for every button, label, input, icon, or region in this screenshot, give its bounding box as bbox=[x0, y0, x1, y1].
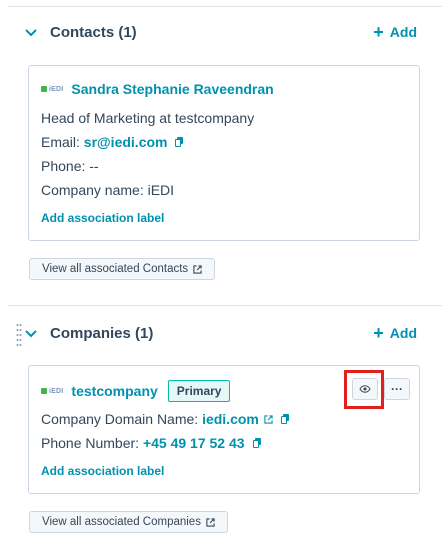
view-all-companies-label: View all associated Companies bbox=[42, 516, 201, 528]
email-label: Email: bbox=[41, 134, 80, 150]
phone-link[interactable]: +45 49 17 52 43 bbox=[143, 435, 245, 451]
view-all-companies-button[interactable]: View all associated Companies bbox=[29, 511, 228, 533]
chevron-down-icon[interactable] bbox=[24, 26, 38, 40]
more-options-icon: ··· bbox=[391, 382, 403, 396]
plus-icon: + bbox=[373, 22, 384, 42]
company-phone-row: Phone Number: +45 49 17 52 43 bbox=[41, 435, 261, 451]
plus-icon: + bbox=[373, 323, 384, 343]
drag-handle-icon[interactable] bbox=[16, 323, 22, 347]
contact-job-title: Head of Marketing at testcompany bbox=[41, 110, 255, 126]
email-link[interactable]: sr@iedi.com bbox=[84, 134, 168, 150]
contact-name-link[interactable]: Sandra Stephanie Raveendran bbox=[71, 81, 273, 97]
view-all-contacts-label: View all associated Contacts bbox=[42, 263, 189, 275]
contact-company-name: Company name: iEDI bbox=[41, 182, 175, 198]
view-all-contacts-button[interactable]: View all associated Contacts bbox=[29, 258, 216, 280]
copy-icon[interactable] bbox=[252, 438, 261, 448]
company-name-row: iEDI testcompany Primary bbox=[41, 380, 231, 402]
add-company-label: Add bbox=[389, 325, 417, 341]
top-divider bbox=[8, 6, 442, 7]
company-logo-icon: iEDI bbox=[41, 388, 63, 395]
external-link-icon[interactable] bbox=[264, 414, 273, 424]
companies-section-header[interactable]: Companies (1) + Add bbox=[0, 319, 442, 349]
add-contact-label: Add bbox=[389, 24, 417, 40]
external-link-icon bbox=[206, 517, 215, 527]
contact-card: iEDI Sandra Stephanie Raveendran Head of… bbox=[28, 65, 420, 241]
contacts-section-title: Contacts (1) bbox=[50, 24, 137, 41]
highlight-box bbox=[344, 370, 384, 409]
more-options-button[interactable]: ··· bbox=[384, 378, 410, 400]
company-domain-row: Company Domain Name: iedi.com bbox=[41, 411, 289, 427]
external-link-icon bbox=[193, 264, 202, 274]
section-divider bbox=[8, 305, 442, 306]
phone-label: Phone Number: bbox=[41, 435, 140, 451]
chevron-down-icon[interactable] bbox=[24, 327, 38, 341]
add-company-button[interactable]: + Add bbox=[373, 323, 417, 343]
primary-badge: Primary bbox=[167, 380, 231, 402]
add-association-label-link[interactable]: Add association label bbox=[41, 211, 164, 225]
contact-email-row: Email: sr@iedi.com bbox=[41, 134, 184, 150]
copy-icon[interactable] bbox=[175, 137, 184, 147]
copy-icon[interactable] bbox=[280, 414, 289, 424]
contact-name-row: iEDI Sandra Stephanie Raveendran bbox=[41, 81, 274, 97]
add-association-label-link[interactable]: Add association label bbox=[41, 464, 164, 478]
domain-link[interactable]: iedi.com bbox=[202, 411, 259, 427]
contacts-section-header[interactable]: Contacts (1) + Add bbox=[0, 18, 442, 48]
domain-label: Company Domain Name: bbox=[41, 411, 199, 427]
company-name-link[interactable]: testcompany bbox=[71, 383, 157, 399]
contact-phone: Phone: -- bbox=[41, 158, 99, 174]
company-logo-icon: iEDI bbox=[41, 86, 63, 93]
add-contact-button[interactable]: + Add bbox=[373, 22, 417, 42]
companies-section-title: Companies (1) bbox=[50, 325, 154, 342]
